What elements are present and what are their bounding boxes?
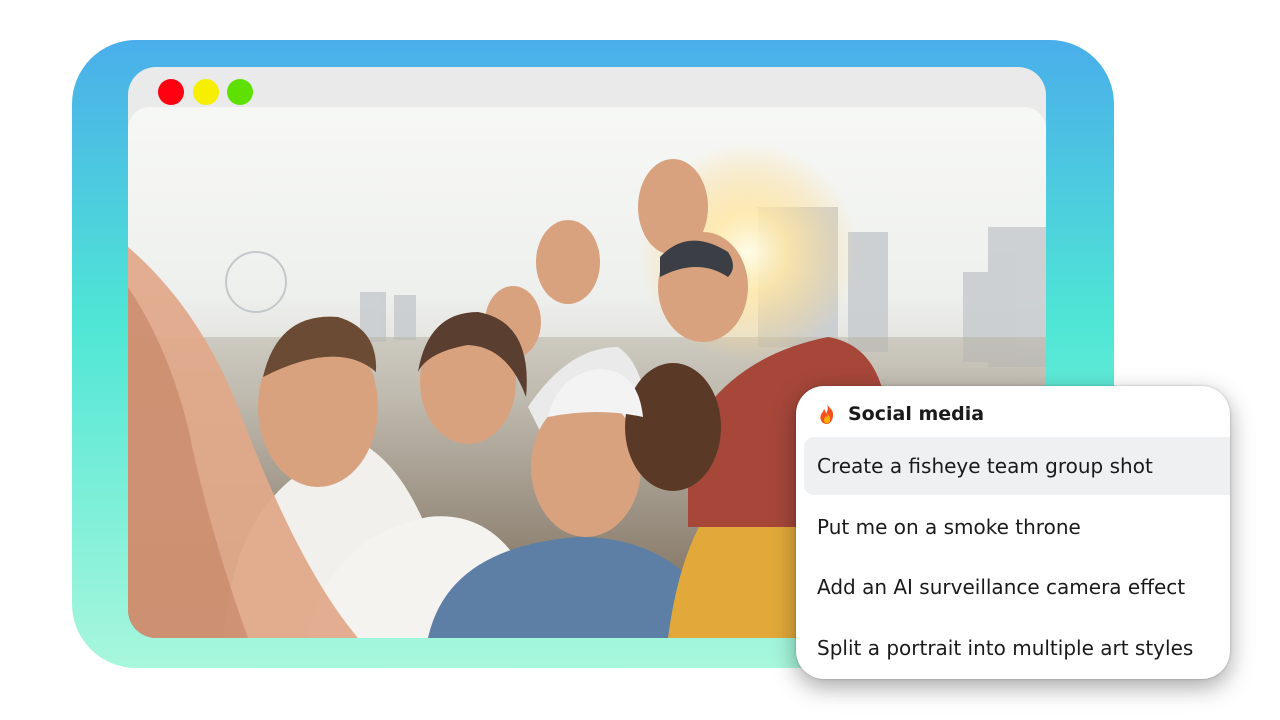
menu-header: Social media xyxy=(816,394,984,434)
menu-title: Social media xyxy=(848,403,985,425)
menu-item-label: Create a fisheye team group shot xyxy=(817,454,1153,478)
close-window-button[interactable] xyxy=(158,79,184,105)
fire-icon xyxy=(820,404,834,424)
menu-item-surveillance-camera[interactable]: Add an AI surveillance camera effect xyxy=(804,558,1230,616)
maximize-window-button[interactable] xyxy=(227,79,253,105)
minimize-window-button[interactable] xyxy=(193,79,219,105)
menu-item-smoke-throne[interactable]: Put me on a smoke throne xyxy=(804,498,1230,556)
menu-item-label: Put me on a smoke throne xyxy=(817,515,1081,539)
menu-item-split-portrait[interactable]: Split a portrait into multiple art style… xyxy=(804,619,1230,677)
prompt-suggestions-menu: Social media Create a fisheye team group… xyxy=(796,386,1230,679)
menu-item-fisheye-group-shot[interactable]: Create a fisheye team group shot xyxy=(804,437,1230,495)
menu-item-label: Split a portrait into multiple art style… xyxy=(817,636,1194,660)
menu-item-label: Add an AI surveillance camera effect xyxy=(817,575,1186,599)
